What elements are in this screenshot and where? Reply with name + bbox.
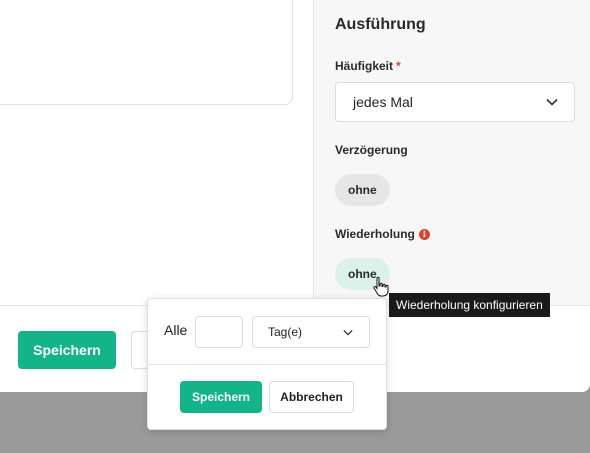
hand-cursor-icon [373,276,389,297]
tooltip: Wiederholung konfigurieren [389,293,550,317]
frequency-label: Häufigkeit * [335,59,401,73]
every-label: Alle [164,322,188,338]
repetition-label-text: Wiederholung [335,227,415,241]
execution-panel: Ausführung Häufigkeit * jedes Mal Verzöge… [313,0,590,305]
delay-label: Verzögerung [335,143,408,157]
chevron-down-icon [343,329,353,336]
frequency-label-text: Häufigkeit [335,59,394,73]
popover-cancel-button[interactable]: Abbrechen [269,381,354,413]
repetition-label: Wiederholung i [335,227,430,241]
footer-save-button[interactable]: Speichern [18,331,116,369]
repetition-popover: Alle Tag(e) Speichern Abbrechen [147,298,387,430]
info-icon[interactable]: i [418,229,430,240]
frequency-select-value: jedes Mal [353,94,413,110]
content-card [0,0,293,105]
delay-button[interactable]: ohne [335,174,390,206]
required-marker: * [396,59,401,73]
interval-unit-select[interactable]: Tag(e) [252,316,370,348]
popover-divider [148,364,386,365]
popover-save-button[interactable]: Speichern [180,381,262,413]
interval-unit-value: Tag(e) [268,325,303,339]
panel-title: Ausführung [335,16,426,33]
interval-count-input[interactable] [195,316,243,348]
chevron-down-icon [546,98,558,106]
frequency-select[interactable]: jedes Mal [335,82,575,122]
